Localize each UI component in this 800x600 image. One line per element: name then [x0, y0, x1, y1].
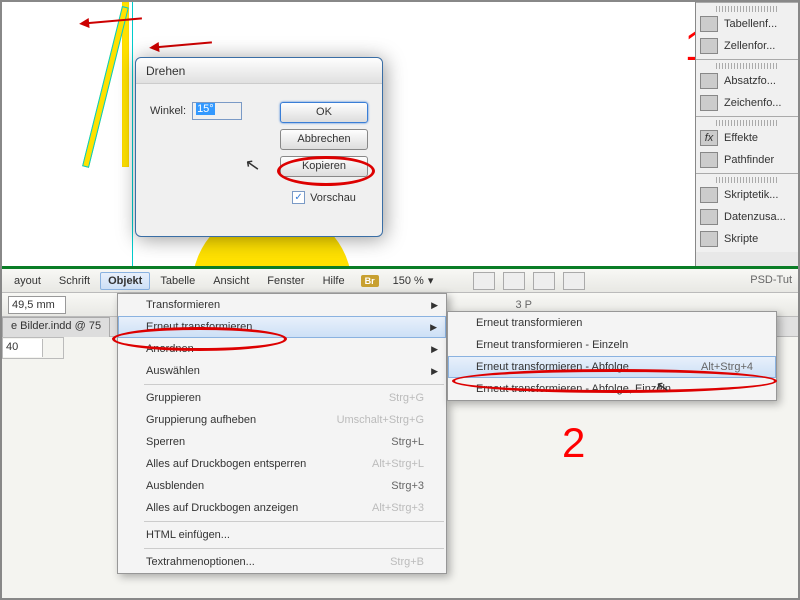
scripts-icon — [700, 231, 718, 247]
table-formats-icon — [700, 16, 718, 32]
menu-item[interactable]: Erneut transformieren — [448, 312, 776, 334]
panel-item[interactable]: Datenzusa... — [696, 206, 798, 228]
panel-label: Zellenfor... — [724, 40, 775, 52]
menu-item[interactable]: SperrenStrg+L — [118, 431, 446, 453]
cancel-button[interactable]: Abbrechen — [280, 129, 368, 150]
menu-item: Alles auf Druckbogen anzeigenAlt+Strg+3 — [118, 497, 446, 519]
menu-fenster[interactable]: Fenster — [259, 272, 312, 290]
panel-dock: Tabellenf... Zellenfor... Absatzfo... Ze… — [695, 2, 798, 266]
annotation-number-2: 2 — [562, 419, 585, 467]
guide-line — [132, 2, 133, 266]
dialog-title: Drehen — [136, 58, 382, 84]
panel-item[interactable]: Absatzfo... — [696, 70, 798, 92]
menu-tabelle[interactable]: Tabelle — [152, 272, 203, 290]
char-styles-icon — [700, 95, 718, 111]
view-mode-icon[interactable] — [473, 272, 495, 290]
top-pane: 1 Tabellenf... Zellenfor... Absatzfo... … — [2, 2, 798, 266]
panel-label: Pathfinder — [724, 154, 774, 166]
panel-item[interactable]: Zellenfor... — [696, 35, 798, 57]
copy-button[interactable]: Kopieren — [280, 156, 368, 177]
menu-ansicht[interactable]: Ansicht — [205, 272, 257, 290]
panel-label: Zeichenfo... — [724, 97, 781, 109]
preview-checkbox[interactable]: ✓ Vorschau — [280, 191, 368, 204]
panel-label: Datenzusa... — [724, 211, 786, 223]
rotate-dialog: Drehen Winkel: 15° OK Abbrechen Kopieren… — [135, 57, 383, 237]
document-tab[interactable]: e Bilder.indd @ 75 — [2, 317, 110, 337]
preview-label: Vorschau — [310, 192, 356, 204]
data-merge-icon — [700, 209, 718, 225]
panel-label: Skriptetik... — [724, 189, 778, 201]
objekt-menu: Transformieren▶Erneut transformieren▶Ano… — [117, 293, 447, 574]
ok-button[interactable]: OK — [280, 102, 368, 123]
panel-label: Skripte — [724, 233, 758, 245]
checkbox-icon: ✓ — [292, 191, 305, 204]
menu-item[interactable]: HTML einfügen... — [118, 524, 446, 546]
menu-item[interactable]: Erneut transformieren▶ — [118, 316, 446, 338]
pathfinder-icon — [700, 152, 718, 168]
menu-item[interactable]: Anordnen▶ — [118, 338, 446, 360]
bottom-pane: ayout Schrift Objekt Tabelle Ansicht Fen… — [2, 269, 798, 598]
panel-label: Effekte — [724, 132, 758, 144]
workspace-icon[interactable] — [563, 272, 585, 290]
angle-input[interactable]: 15° — [192, 102, 242, 120]
menu-item: GruppierenStrg+G — [118, 387, 446, 409]
brand-label: PSD-Tut — [750, 274, 792, 286]
menu-item[interactable]: Erneut transformieren - Einzeln — [448, 334, 776, 356]
panel-item[interactable]: Tabellenf... — [696, 13, 798, 35]
panel-item[interactable]: Skripte — [696, 228, 798, 250]
menu-item[interactable]: AusblendenStrg+3 — [118, 475, 446, 497]
panel-label: Absatzfo... — [724, 75, 776, 87]
p-label: 3 P — [515, 299, 532, 311]
menu-bar: ayout Schrift Objekt Tabelle Ansicht Fen… — [2, 269, 798, 293]
menu-item: Gruppierung aufhebenUmschalt+Strg+G — [118, 409, 446, 431]
bridge-badge[interactable]: Br — [361, 275, 379, 287]
panel-item[interactable]: fx Effekte — [696, 127, 798, 149]
panel-item[interactable]: Pathfinder — [696, 149, 798, 171]
field-40[interactable]: 40 — [3, 339, 43, 357]
menu-item[interactable]: Erneut transformieren - AbfolgeAlt+Strg+… — [448, 356, 776, 378]
menu-schrift[interactable]: Schrift — [51, 272, 98, 290]
erneut-transformieren-submenu: Erneut transformierenErneut transformier… — [447, 311, 777, 401]
menu-item: Textrahmenoptionen...Strg+B — [118, 551, 446, 573]
menu-item: Alles auf Druckbogen entsperrenAlt+Strg+… — [118, 453, 446, 475]
cell-formats-icon — [700, 38, 718, 54]
angle-label: Winkel: — [150, 105, 186, 117]
screen-mode-icon[interactable] — [503, 272, 525, 290]
para-styles-icon — [700, 73, 718, 89]
menu-item[interactable]: Transformieren▶ — [118, 294, 446, 316]
panel-item[interactable]: Skriptetik... — [696, 184, 798, 206]
arrange-icon[interactable] — [533, 272, 555, 290]
menu-layout[interactable]: ayout — [6, 272, 49, 290]
panel-label: Tabellenf... — [724, 18, 777, 30]
menu-item[interactable]: Erneut transformieren - Abfolge, Einzeln — [448, 378, 776, 400]
x-field[interactable]: 49,5 mm — [8, 296, 66, 314]
menu-objekt[interactable]: Objekt — [100, 272, 150, 290]
annotation-arrow — [152, 41, 212, 48]
chevron-down-icon[interactable]: ▾ — [428, 274, 434, 287]
script-label-icon — [700, 187, 718, 203]
panel-item[interactable]: Zeichenfo... — [696, 92, 798, 114]
zoom-level[interactable]: 150 % — [393, 275, 424, 287]
menu-item[interactable]: Auswählen▶ — [118, 360, 446, 382]
effects-icon: fx — [700, 130, 718, 146]
menu-hilfe[interactable]: Hilfe — [315, 272, 353, 290]
